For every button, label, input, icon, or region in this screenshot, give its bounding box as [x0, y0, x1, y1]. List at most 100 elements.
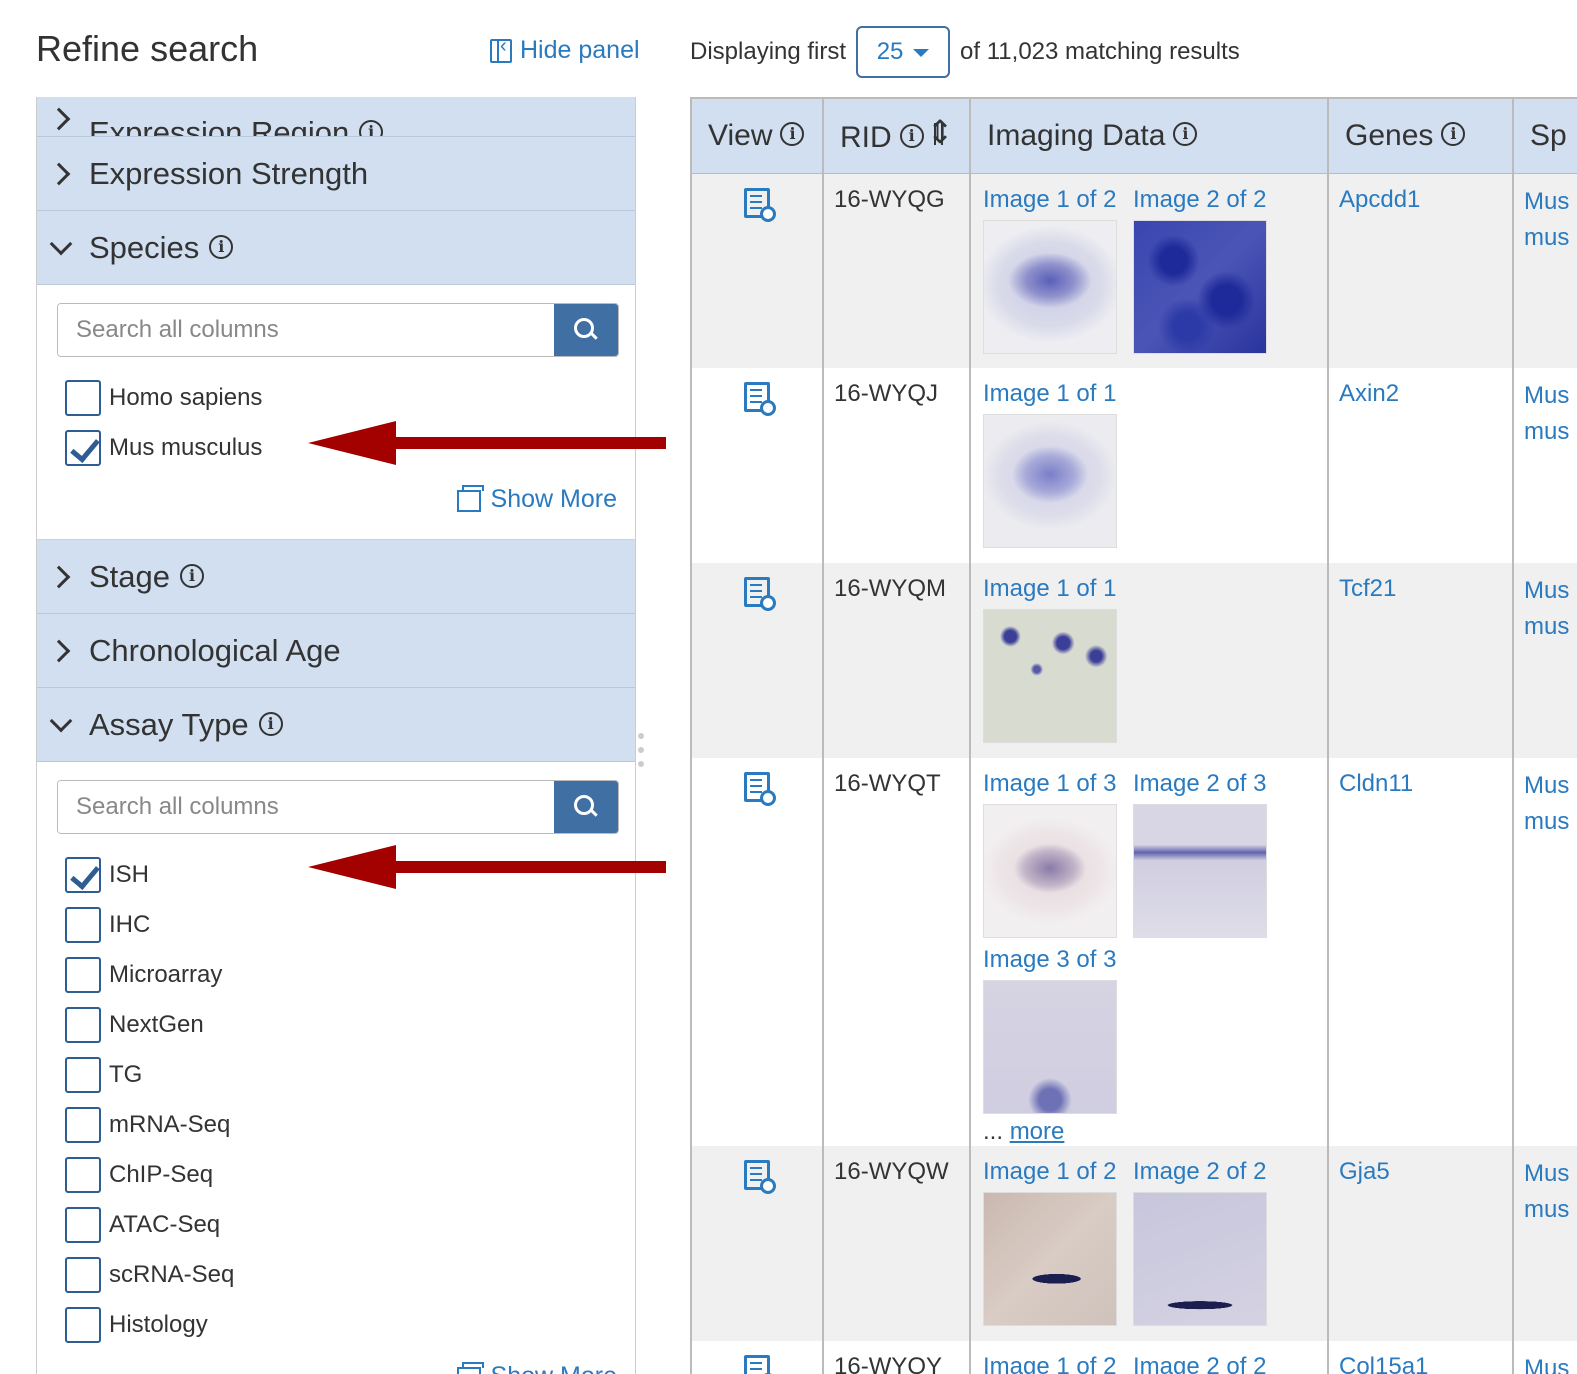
image-link[interactable]: Image 2 of 3	[1133, 770, 1267, 798]
display-prefix: Displaying first	[690, 38, 847, 65]
info-icon[interactable]: i	[258, 712, 283, 736]
facet-assay-type[interactable]: Assay Type i	[37, 688, 635, 762]
facet-option-label: NextGen	[109, 1011, 204, 1038]
species-cell[interactable]: Mus	[1513, 1341, 1577, 1374]
checkbox-icon[interactable]	[65, 1257, 101, 1293]
checkbox-icon[interactable]	[65, 1007, 101, 1043]
species-cell[interactable]: Mus mus	[1513, 563, 1577, 758]
facet-stage[interactable]: Stage i	[37, 540, 635, 614]
view-record-icon[interactable]	[744, 772, 776, 806]
facet-option[interactable]: NextGen	[57, 1000, 617, 1050]
facet-title: Chronological Age	[89, 633, 341, 668]
species-link[interactable]: Mus	[1524, 1351, 1577, 1374]
gene-link[interactable]: Cldn11	[1328, 758, 1514, 1146]
tissue-image[interactable]	[983, 609, 1117, 743]
facet-option[interactable]: scRNA-Seq	[57, 1250, 617, 1300]
assay-show-more-button[interactable]: Show More	[57, 1356, 617, 1374]
species-search-input[interactable]	[58, 304, 554, 356]
facet-option[interactable]: Microarray	[57, 950, 617, 1000]
gene-link[interactable]: Axin2	[1328, 368, 1514, 563]
species-link[interactable]: mus	[1524, 220, 1577, 256]
species-cell[interactable]: Mus mus	[1513, 758, 1577, 1146]
image-link[interactable]: Image 2 of 2	[1133, 1353, 1267, 1374]
species-link[interactable]: Mus	[1524, 768, 1577, 804]
checkbox-icon[interactable]	[65, 1107, 101, 1143]
image-link[interactable]: Image 2 of 2	[1133, 186, 1267, 214]
view-record-icon[interactable]	[744, 382, 776, 416]
facet-option[interactable]: IHC	[57, 900, 617, 950]
species-link[interactable]: mus	[1524, 804, 1577, 840]
image-link[interactable]: Image 1 of 3	[983, 770, 1117, 798]
gene-link[interactable]: Gja5	[1328, 1146, 1514, 1341]
tissue-image[interactable]	[983, 219, 1117, 354]
facet-expression-strength[interactable]: Expression Strength	[37, 137, 635, 211]
facet-option[interactable]: Histology	[57, 1300, 617, 1350]
assay-search-button[interactable]	[554, 781, 618, 833]
info-icon[interactable]: i	[209, 235, 234, 259]
info-icon[interactable]: i	[1441, 121, 1466, 146]
checkbox-icon[interactable]	[65, 1157, 101, 1193]
image-link[interactable]: Image 2 of 2	[1133, 1158, 1267, 1186]
species-link[interactable]: Mus	[1524, 378, 1577, 414]
info-icon[interactable]: i	[180, 564, 205, 588]
facet-option[interactable]: Homo sapiens	[57, 373, 617, 423]
species-search-button[interactable]	[554, 304, 618, 356]
checkbox-icon[interactable]	[65, 380, 101, 416]
species-cell[interactable]: Mus mus	[1513, 173, 1577, 368]
image-link[interactable]: Image 1 of 2	[983, 1158, 1117, 1186]
facet-species[interactable]: Species i	[37, 211, 635, 285]
tissue-image[interactable]	[1133, 219, 1267, 354]
facet-option[interactable]: ChIP-Seq	[57, 1150, 617, 1200]
view-record-icon[interactable]	[744, 1160, 776, 1194]
species-link[interactable]: Mus	[1524, 1156, 1577, 1192]
assay-search-input[interactable]	[58, 781, 554, 833]
checkbox-icon[interactable]	[65, 430, 101, 466]
species-show-more-button[interactable]: Show More	[57, 479, 617, 519]
species-link[interactable]: Mus	[1524, 184, 1577, 220]
gene-link[interactable]: Apcdd1	[1328, 173, 1514, 368]
column-header-rid[interactable]: RID i	[823, 99, 971, 174]
species-link[interactable]: mus	[1524, 1192, 1577, 1228]
species-link[interactable]: mus	[1524, 609, 1577, 645]
gene-link[interactable]: Col15a1	[1328, 1341, 1514, 1374]
hide-panel-button[interactable]: Hide panel	[490, 35, 640, 65]
sort-icon[interactable]	[927, 113, 954, 151]
species-cell[interactable]: Mus mus	[1513, 1146, 1577, 1341]
species-link[interactable]: mus	[1524, 414, 1577, 450]
tissue-image[interactable]	[983, 414, 1117, 548]
gene-link[interactable]: Tcf21	[1328, 563, 1514, 758]
facet-chronological-age[interactable]: Chronological Age	[37, 614, 635, 688]
panel-resize-handle[interactable]	[637, 733, 645, 767]
tissue-image[interactable]	[983, 1192, 1117, 1326]
checkbox-icon[interactable]	[65, 1307, 101, 1343]
more-link[interactable]: more	[1010, 1118, 1065, 1145]
facet-expression-region[interactable]: Expression Region i	[37, 97, 635, 137]
facet-option[interactable]: mRNA-Seq	[57, 1100, 617, 1150]
tissue-image[interactable]	[1133, 804, 1267, 938]
checkbox-icon[interactable]	[65, 907, 101, 943]
view-record-icon[interactable]	[744, 577, 776, 611]
image-link[interactable]: Image 1 of 1	[983, 575, 1117, 603]
info-icon[interactable]: i	[780, 121, 805, 146]
image-link[interactable]: Image 3 of 3	[983, 946, 1117, 974]
checkbox-icon[interactable]	[65, 957, 101, 993]
facet-option[interactable]: ATAC-Seq	[57, 1200, 617, 1250]
checkbox-icon[interactable]	[65, 1057, 101, 1093]
facet-option[interactable]: TG	[57, 1050, 617, 1100]
info-icon[interactable]: i	[1173, 121, 1198, 146]
info-icon[interactable]: i	[899, 123, 924, 148]
view-record-icon[interactable]	[744, 1355, 776, 1374]
image-link[interactable]: Image 1 of 2	[983, 1353, 1117, 1374]
page-size-select[interactable]: 25	[856, 26, 951, 78]
tissue-image[interactable]	[983, 980, 1117, 1114]
info-icon[interactable]: i	[359, 120, 384, 136]
view-record-icon[interactable]	[744, 187, 776, 222]
tissue-image[interactable]	[1133, 1192, 1267, 1326]
checkbox-icon[interactable]	[65, 1207, 101, 1243]
species-cell[interactable]: Mus mus	[1513, 368, 1577, 563]
image-link[interactable]: Image 1 of 1	[983, 380, 1117, 408]
checkbox-icon[interactable]	[65, 857, 101, 893]
species-link[interactable]: Mus	[1524, 573, 1577, 609]
image-link[interactable]: Image 1 of 2	[983, 186, 1117, 214]
tissue-image[interactable]	[983, 804, 1117, 938]
